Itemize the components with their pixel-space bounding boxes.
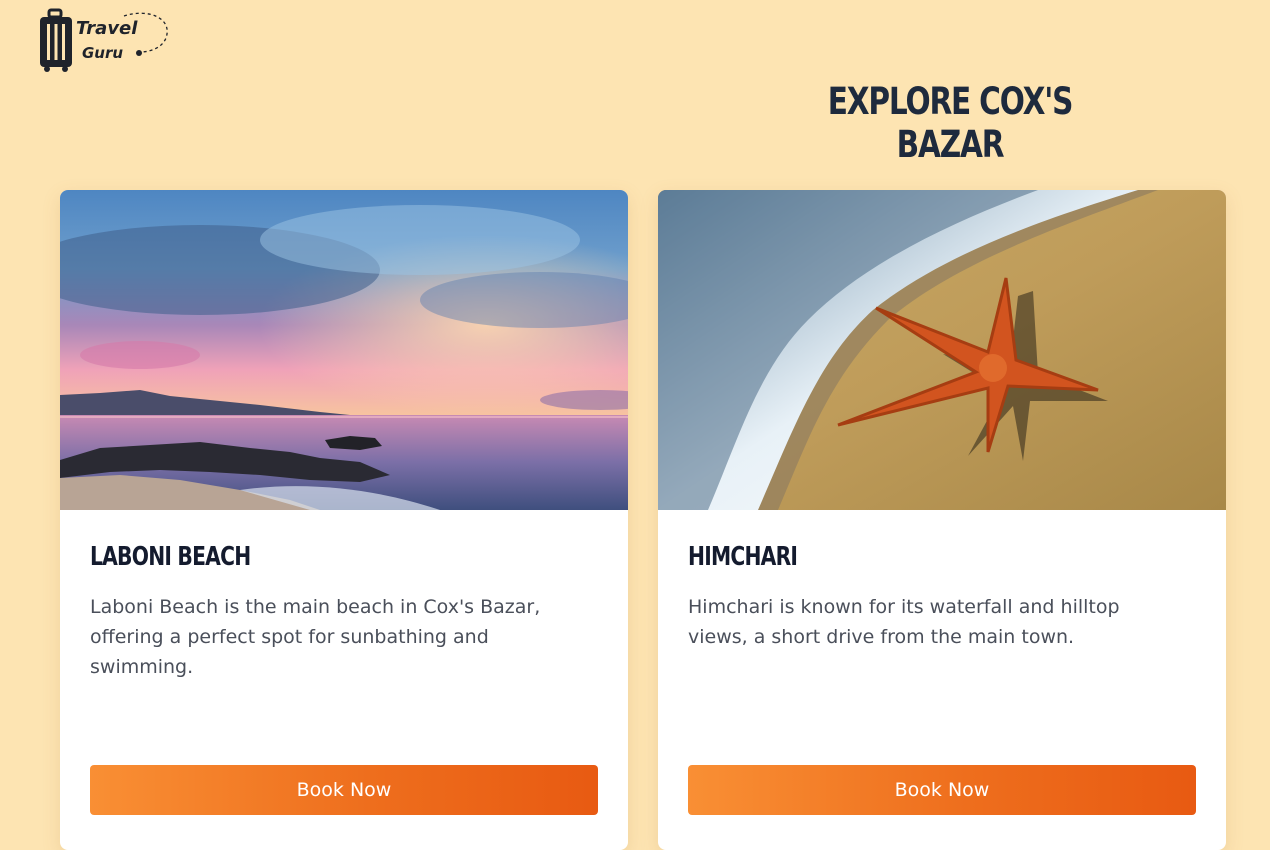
book-now-button[interactable]: Book Now [90,765,598,815]
card-description: Himchari is known for its waterfall and … [688,596,1120,648]
book-now-button[interactable]: Book Now [688,765,1196,815]
card-description: Laboni Beach is the main beach in Cox's … [90,596,541,678]
starfish-on-sand-image [658,190,1226,510]
card-title: LABONI BEACH [90,542,251,572]
destination-card-himchari: HIMCHARI Himchari is known for its water… [658,190,1226,850]
card-title: HIMCHARI [688,542,798,572]
page-title: EXPLORE COX'S BAZAR [827,80,1074,166]
sunset-beach-image [60,190,628,510]
destination-card-laboni-beach: LABONI BEACH Laboni Beach is the main be… [60,190,628,850]
travel-guru-logo[interactable]: Travel Guru [38,8,173,74]
logo-text-travel: Travel [76,18,138,39]
logo-text-guru: Guru [82,44,124,62]
